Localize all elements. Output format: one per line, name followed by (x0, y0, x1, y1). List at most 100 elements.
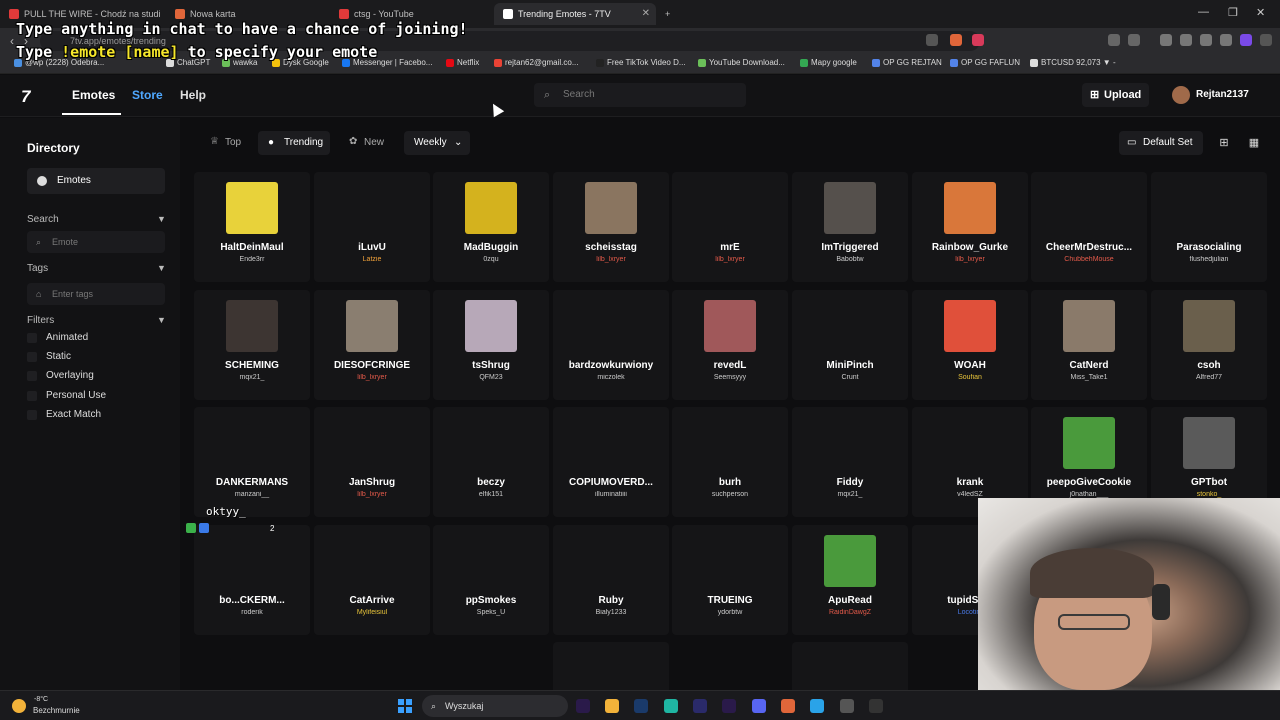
extension-icon[interactable] (1108, 34, 1120, 46)
close-window-icon[interactable]: ✕ (1256, 6, 1265, 19)
emote-card[interactable]: COPIUMOVERD... illuminatiiii (553, 407, 669, 517)
after-effects-icon[interactable] (576, 699, 590, 713)
bookmark-item[interactable]: Netflix (446, 58, 479, 67)
grid-large-view-icon[interactable]: ▦ (1242, 131, 1266, 155)
emote-card[interactable]: tsShrug QFM23 (433, 290, 549, 400)
tags-input[interactable]: ⌂ Enter tags (27, 283, 165, 305)
emote-card[interactable]: Parasocialing flushedjulian (1151, 172, 1267, 282)
back-icon[interactable]: ‹ (10, 34, 14, 48)
chevron-down-icon[interactable]: ▼ (157, 263, 166, 273)
grid-small-view-icon[interactable]: ⊞ (1212, 131, 1236, 155)
bookmark-item[interactable]: Free TikTok Video D... (596, 58, 686, 67)
username[interactable]: Rejtan2137 (1196, 89, 1249, 100)
filter-animated[interactable]: Animated (27, 332, 88, 343)
bookmark-item[interactable]: BTCUSD 92,073 ▼ - (1030, 58, 1116, 67)
brave-rewards-icon[interactable] (972, 34, 984, 46)
app-icon[interactable] (664, 699, 678, 713)
filter-exact-match[interactable]: Exact Match (27, 409, 101, 420)
maximize-icon[interactable]: ❐ (1228, 6, 1238, 19)
period-select[interactable]: Weekly ⌄ (404, 131, 470, 155)
emote-card[interactable]: mrE lilb_lxryer (672, 172, 788, 282)
bookmark-item[interactable]: rejtan62@gmail.co... (494, 58, 579, 67)
menu-icon[interactable] (1260, 34, 1272, 46)
bookmark-item[interactable]: YouTube Download... (698, 58, 785, 67)
checkbox[interactable] (27, 391, 37, 401)
checkbox[interactable] (27, 410, 37, 420)
filter-personal-use[interactable]: Personal Use (27, 390, 106, 401)
emote-card[interactable] (792, 642, 908, 692)
emote-card[interactable]: Ruby Bialy1233 (553, 525, 669, 635)
emote-card[interactable]: JanShrug lilb_lxryer (314, 407, 430, 517)
nav-store[interactable]: Store (132, 88, 163, 102)
bookmark-item[interactable]: Mapy google (800, 58, 857, 67)
sidebar-item-emotes[interactable]: Emotes (27, 168, 165, 194)
steam-icon[interactable] (634, 699, 648, 713)
emote-card[interactable]: WOAH Soufian (912, 290, 1028, 400)
tab-trending[interactable]: ● Trending (258, 131, 330, 155)
obs-icon[interactable] (840, 699, 854, 713)
discord-icon[interactable] (752, 699, 766, 713)
nav-help[interactable]: Help (180, 88, 206, 102)
premiere-icon[interactable] (722, 699, 736, 713)
minimize-icon[interactable]: — (1198, 6, 1209, 18)
file-explorer-icon[interactable] (605, 699, 619, 713)
checkbox[interactable] (27, 371, 37, 381)
emote-card[interactable]: scheisstag lilb_lxryer (553, 172, 669, 282)
site-search-input[interactable]: ⌕ Search (534, 83, 746, 107)
emote-card[interactable]: Fiddy mqx21_ (792, 407, 908, 517)
7tv-logo[interactable]: 7 (21, 87, 30, 107)
chevron-down-icon[interactable]: ▼ (157, 315, 166, 325)
filter-overlaying[interactable]: Overlaying (27, 370, 94, 381)
emote-card[interactable]: burh suchperson (672, 407, 788, 517)
emote-card[interactable]: DIESOFCRINGE lilb_lxryer (314, 290, 430, 400)
profile-icon[interactable] (1240, 34, 1252, 46)
emote-card[interactable]: HaltDeinMaul Ende3rr (194, 172, 310, 282)
emote-card[interactable] (553, 642, 669, 692)
default-set-button[interactable]: ▭ Default Set (1119, 131, 1203, 155)
emote-search-input[interactable]: ⌕ Emote (27, 231, 165, 253)
emote-card[interactable]: csoh Alfred77 (1151, 290, 1267, 400)
emote-card[interactable]: Rainbow_Gurke lilb_lxryer (912, 172, 1028, 282)
chevron-down-icon[interactable]: ▼ (157, 214, 166, 224)
tab-new[interactable]: ✿ New (349, 136, 384, 149)
filter-static[interactable]: Static (27, 351, 71, 362)
upload-button[interactable]: ⊞ Upload (1082, 83, 1149, 107)
photoshop-icon[interactable] (693, 699, 707, 713)
emote-card[interactable]: beczy elfik151 (433, 407, 549, 517)
emote-card[interactable]: TRUEING ydorbtw (672, 525, 788, 635)
emote-card[interactable]: revedL Seemsyyy (672, 290, 788, 400)
emote-card[interactable]: CheerMrDestruc... ChubbehMouse (1031, 172, 1147, 282)
emote-card[interactable]: CatNerd Miss_Take1 (1031, 290, 1147, 400)
nav-emotes[interactable]: Emotes (72, 88, 115, 102)
bookmark-item[interactable]: OP GG FAFLUN (950, 58, 1020, 67)
brave-shield-icon[interactable] (950, 34, 962, 46)
bookmark-item[interactable]: OP GG REJTAN (872, 58, 942, 67)
emote-card[interactable]: iLuvU Latzie (314, 172, 430, 282)
taskbar-search[interactable]: ⌕ Wyszukaj (422, 695, 568, 717)
emote-card[interactable]: ppSmokes Speks_U (433, 525, 549, 635)
sidebar-toggle-icon[interactable] (1160, 34, 1172, 46)
checkbox[interactable] (27, 352, 37, 362)
emote-card[interactable]: CatArrive Mylifeisiul (314, 525, 430, 635)
vpn-icon[interactable] (1220, 34, 1232, 46)
emote-card[interactable]: bardzowkurwiony miczolek (553, 290, 669, 400)
emote-card[interactable]: MadBuggin 0zqu (433, 172, 549, 282)
close-tab-icon[interactable]: ✕ (642, 3, 650, 25)
brave-icon[interactable] (781, 699, 795, 713)
emote-card[interactable]: ApuRead RaidinDawgZ (792, 525, 908, 635)
avatar[interactable] (1172, 86, 1190, 104)
checkbox[interactable] (27, 333, 37, 343)
weather-icon[interactable] (12, 699, 26, 713)
emote-card[interactable]: DANKERMANS manzani__ (194, 407, 310, 517)
extension-icon[interactable] (1128, 34, 1140, 46)
browser-tab-active[interactable]: Trending Emotes - 7TV ✕ (494, 3, 656, 25)
tab-top[interactable]: ♕ Top (210, 136, 241, 149)
new-tab-button[interactable]: + (660, 3, 680, 25)
emote-card[interactable]: SCHEMING mqx21_ (194, 290, 310, 400)
emote-card[interactable]: bo...CKERM... roderik (194, 525, 310, 635)
telegram-icon[interactable] (810, 699, 824, 713)
emote-card[interactable]: MiniPinch Crunt (792, 290, 908, 400)
share-icon[interactable] (926, 34, 938, 46)
wallet-icon[interactable] (1180, 34, 1192, 46)
windows-start-icon[interactable] (398, 699, 412, 713)
